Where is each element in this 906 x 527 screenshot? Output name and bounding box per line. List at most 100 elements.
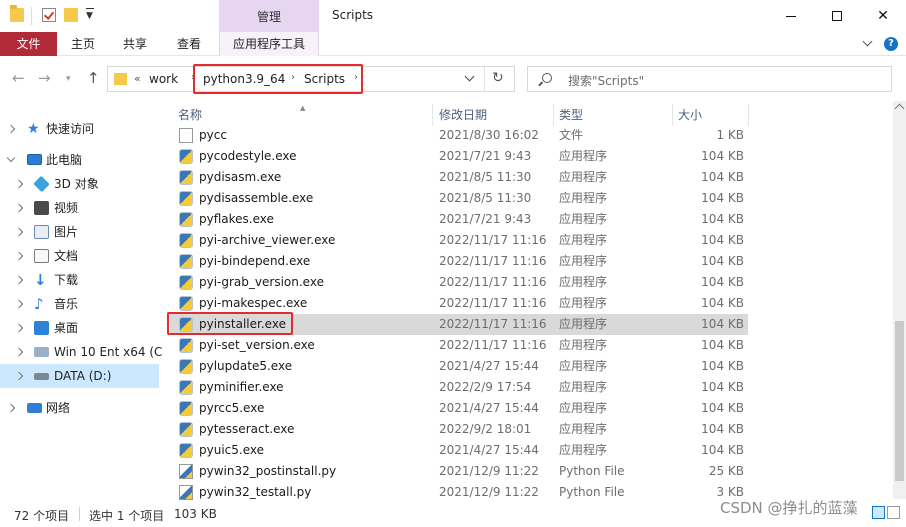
- expand-chevron-icon[interactable]: [6, 124, 16, 134]
- file-name: pylupdate5.exe: [199, 359, 293, 373]
- sidebar-item-quick-access[interactable]: ★ 快速访问: [0, 117, 159, 141]
- back-arrow-icon[interactable]: ←: [12, 69, 25, 87]
- forward-arrow-icon[interactable]: →: [38, 69, 51, 87]
- file-row[interactable]: pyi-bindepend.exe 2022/11/17 11:16 应用程序 104…: [170, 251, 748, 272]
- file-row[interactable]: pyi-set_version.exe 2022/11/17 11:16 应用程序 1…: [170, 335, 748, 356]
- column-divider[interactable]: [672, 104, 673, 126]
- new-folder-icon[interactable]: [64, 8, 78, 22]
- breadcrumb-work[interactable]: work: [149, 72, 178, 86]
- tab-share[interactable]: 共享: [114, 32, 156, 56]
- sidebar-item-3d-objects[interactable]: 3D 对象: [0, 172, 159, 196]
- file-row[interactable]: pywin32_postinstall.py 2021/12/9 11:22 Pyt…: [170, 461, 748, 482]
- vertical-scrollbar[interactable]: [893, 101, 906, 499]
- sidebar-item-pictures[interactable]: 图片: [0, 220, 159, 244]
- expand-ribbon-icon[interactable]: [862, 38, 872, 48]
- tab-application-tools[interactable]: 应用程序工具: [219, 32, 319, 56]
- address-bar[interactable]: « work › python3.9_64 › Scripts › ↻: [107, 66, 515, 92]
- recent-locations-icon[interactable]: ▾: [66, 74, 71, 84]
- sidebar-item-data-drive[interactable]: DATA (D:): [0, 364, 159, 388]
- file-row[interactable]: pyinstaller.exe 2022/11/17 11:16 应用程序 104 K…: [170, 314, 748, 335]
- column-divider[interactable]: [553, 104, 554, 126]
- collapse-chevron-icon[interactable]: [6, 153, 16, 163]
- maximize-button[interactable]: [814, 0, 860, 32]
- file-row[interactable]: pyrcc5.exe 2021/4/27 15:44 应用程序 104 KB: [170, 398, 748, 419]
- close-button[interactable]: ✕: [860, 0, 906, 32]
- expand-chevron-icon[interactable]: [14, 347, 24, 357]
- expand-chevron-icon[interactable]: [14, 299, 24, 309]
- file-row[interactable]: pyflakes.exe 2021/7/21 9:43 应用程序 104 KB: [170, 209, 748, 230]
- file-name: pyi-makespec.exe: [199, 296, 308, 310]
- 3d-objects-icon: [33, 175, 50, 193]
- manage-tab[interactable]: 管理: [219, 0, 319, 32]
- sidebar-item-downloads[interactable]: ↓ 下载: [0, 268, 159, 292]
- expand-chevron-icon[interactable]: [14, 275, 24, 285]
- expand-chevron-icon[interactable]: [14, 371, 24, 381]
- file-row[interactable]: pydisasm.exe 2021/8/5 11:30 应用程序 104 KB: [170, 167, 748, 188]
- scrollbar-thumb[interactable]: [895, 321, 904, 481]
- up-arrow-icon[interactable]: ↑: [87, 69, 100, 87]
- overflow-chevron-icon[interactable]: «: [134, 72, 141, 85]
- breadcrumb-separator-icon[interactable]: ›: [354, 72, 358, 83]
- column-header-name[interactable]: 名称: [178, 104, 202, 126]
- column-divider[interactable]: [748, 104, 749, 126]
- breadcrumb-separator-icon[interactable]: ›: [191, 72, 195, 83]
- minimize-button[interactable]: [768, 0, 814, 32]
- sidebar-item-music[interactable]: ♪ 音乐: [0, 292, 159, 316]
- sidebar-item-desktop[interactable]: 桌面: [0, 316, 159, 340]
- customize-toolbar-icon[interactable]: ▼: [86, 8, 94, 21]
- file-row[interactable]: pyi-archive_viewer.exe 2022/11/17 11:16 应用…: [170, 230, 748, 251]
- properties-icon[interactable]: [42, 8, 56, 22]
- file-row[interactable]: pyuic5.exe 2021/4/27 15:44 应用程序 104 KB: [170, 440, 748, 461]
- large-icons-view-icon[interactable]: [887, 506, 900, 519]
- sidebar-item-documents[interactable]: 文档: [0, 244, 159, 268]
- details-view-icon[interactable]: [872, 506, 885, 519]
- sidebar-item-system-drive[interactable]: Win 10 Ent x64 (C: [0, 340, 163, 364]
- file-row[interactable]: pywin32_testall.py 2021/12/9 11:22 Python …: [170, 482, 748, 501]
- file-row[interactable]: pyi-makespec.exe 2022/11/17 11:16 应用程序 104 …: [170, 293, 748, 314]
- file-date: 2022/11/17 11:16: [439, 338, 547, 352]
- expand-chevron-icon[interactable]: [14, 179, 24, 189]
- sidebar-item-network[interactable]: 网络: [0, 396, 159, 420]
- file-row[interactable]: pytesseract.exe 2022/9/2 18:01 应用程序 104 KB: [170, 419, 748, 440]
- expand-chevron-icon[interactable]: [14, 251, 24, 261]
- file-type: 应用程序: [559, 275, 608, 289]
- column-header-type[interactable]: 类型: [559, 104, 583, 126]
- column-header-date[interactable]: 修改日期: [439, 104, 487, 126]
- executable-file-icon: [179, 380, 193, 395]
- search-input[interactable]: 搜索"Scripts": [527, 66, 892, 92]
- python-file-icon: [179, 485, 193, 500]
- address-dropdown-icon[interactable]: [464, 74, 474, 84]
- breadcrumb-scripts[interactable]: Scripts: [304, 72, 345, 86]
- tab-view[interactable]: 查看: [168, 32, 210, 56]
- sidebar-item-videos[interactable]: 视频: [0, 196, 159, 220]
- file-size: 104 KB: [701, 275, 744, 289]
- file-row[interactable]: pylupdate5.exe 2021/4/27 15:44 应用程序 104 KB: [170, 356, 748, 377]
- file-row[interactable]: pyi-grab_version.exe 2022/11/17 11:16 应用程序…: [170, 272, 748, 293]
- file-name: pyminifier.exe: [199, 380, 284, 394]
- system-drive-icon: [34, 347, 49, 357]
- expand-chevron-icon[interactable]: [6, 403, 16, 413]
- column-divider[interactable]: [432, 104, 433, 126]
- tab-home[interactable]: 主页: [62, 32, 104, 56]
- file-row[interactable]: pycodestyle.exe 2021/7/21 9:43 应用程序 104 KB: [170, 146, 748, 167]
- executable-file-icon: [179, 212, 193, 227]
- expand-chevron-icon[interactable]: [14, 323, 24, 333]
- breadcrumb-python[interactable]: python3.9_64: [203, 72, 285, 86]
- sidebar-item-label: Win 10 Ent x64 (C: [54, 345, 163, 359]
- expand-chevron-icon[interactable]: [14, 203, 24, 213]
- tab-file[interactable]: 文件: [0, 32, 57, 56]
- sidebar-item-this-pc[interactable]: 此电脑: [0, 148, 159, 172]
- file-row[interactable]: pydisassemble.exe 2021/8/5 11:30 应用程序 104 K…: [170, 188, 748, 209]
- column-header-size[interactable]: 大小: [678, 104, 702, 126]
- scroll-up-icon[interactable]: [894, 103, 905, 114]
- file-row[interactable]: pycc 2021/8/30 16:02 文件 1 KB: [170, 125, 748, 146]
- expand-chevron-icon[interactable]: [14, 227, 24, 237]
- desktop-icon: [34, 321, 49, 335]
- breadcrumb-separator-icon[interactable]: ›: [291, 72, 295, 83]
- file-row[interactable]: pyminifier.exe 2022/2/9 17:54 应用程序 104 KB: [170, 377, 748, 398]
- help-icon[interactable]: ?: [884, 37, 898, 51]
- view-switcher: [872, 506, 900, 522]
- file-size: 104 KB: [701, 212, 744, 226]
- file-name: pydisassemble.exe: [199, 191, 314, 205]
- refresh-icon[interactable]: ↻: [492, 70, 504, 86]
